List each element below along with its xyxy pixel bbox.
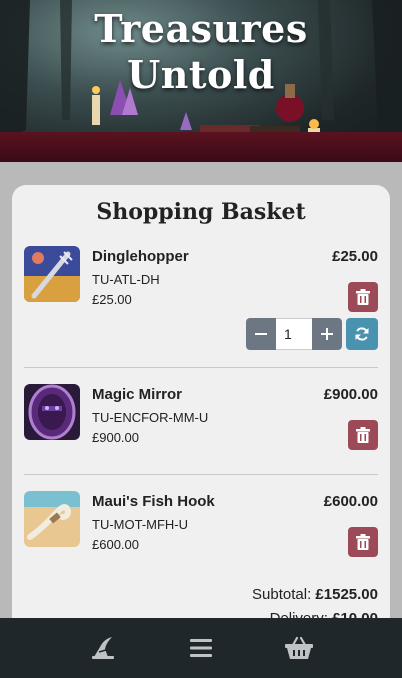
basket-item: Dinglehopper TU-ATL-DH £25.00 £25.00 1	[24, 246, 378, 356]
item-unit-price: £25.00	[92, 292, 132, 307]
basket-icon	[285, 636, 313, 659]
bottom-nav	[0, 618, 402, 678]
remove-item-button[interactable]	[348, 420, 378, 450]
item-sku: TU-MOT-MFH-U	[92, 517, 189, 532]
item-divider	[24, 474, 378, 475]
item-unit-price: £600.00	[92, 537, 139, 552]
item-sku: TU-ATL-DH	[92, 272, 160, 287]
decrease-quantity-button[interactable]	[246, 318, 276, 350]
minus-icon	[255, 333, 267, 335]
item-sku: TU-ENCFOR-MM-U	[92, 410, 209, 425]
item-line-total: £900.00	[323, 386, 378, 403]
quantity-stepper[interactable]: 1	[246, 318, 342, 350]
product-thumbnail-magic-mirror[interactable]	[24, 384, 80, 440]
basket-title: Shopping Basket	[96, 199, 306, 225]
item-divider	[24, 367, 378, 368]
home-nav-button[interactable]	[87, 632, 119, 664]
item-name[interactable]: Maui's Fish Hook	[92, 493, 215, 510]
subtotal-row: Subtotal: £1525.00	[252, 583, 378, 607]
product-thumbnail-fish-hook[interactable]	[24, 491, 80, 547]
product-thumbnail-dinglehopper[interactable]	[24, 246, 80, 302]
increase-quantity-button[interactable]	[312, 318, 342, 350]
trash-icon	[356, 534, 370, 550]
basket-item: Maui's Fish Hook TU-MOT-MFH-U £600.00 £6…	[24, 491, 378, 561]
update-quantity-button[interactable]	[346, 318, 378, 350]
item-unit-price: £900.00	[92, 430, 139, 445]
menu-nav-button[interactable]	[185, 632, 217, 664]
brand-title: Treasures Untold	[0, 6, 402, 98]
item-name[interactable]: Magic Mirror	[92, 386, 182, 403]
remove-item-button[interactable]	[348, 282, 378, 312]
trash-icon	[356, 289, 370, 305]
basket-nav-button[interactable]	[283, 632, 315, 664]
quantity-input[interactable]: 1	[276, 318, 312, 350]
plus-icon	[321, 328, 333, 340]
item-name[interactable]: Dinglehopper	[92, 248, 189, 265]
refresh-icon	[355, 327, 369, 341]
brand-title-line2: Untold	[127, 52, 275, 97]
wizard-hat-icon	[92, 637, 114, 659]
basket-card: Shopping Basket Dinglehopper TU-ATL-DH £…	[12, 185, 390, 655]
basket-item: Magic Mirror TU-ENCFOR-MM-U £900.00 £900…	[24, 384, 378, 454]
menu-icon	[190, 639, 212, 657]
hero-banner: Treasures Untold	[0, 0, 402, 162]
table-surface	[0, 132, 402, 162]
brand-title-line1: Treasures	[94, 6, 308, 51]
trash-icon	[356, 427, 370, 443]
item-line-total: £600.00	[323, 493, 378, 510]
subtotal-value: £1525.00	[315, 586, 378, 603]
item-line-total: £25.00	[332, 248, 378, 265]
remove-item-button[interactable]	[348, 527, 378, 557]
subtotal-label: Subtotal:	[252, 586, 312, 603]
